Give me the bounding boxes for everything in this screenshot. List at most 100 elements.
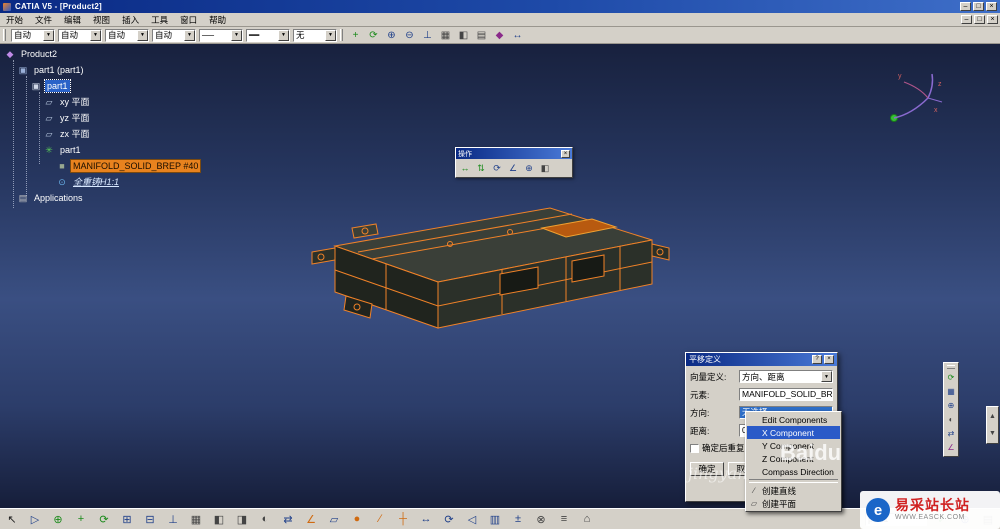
boolean-icon[interactable]: ⊗ [533,511,549,527]
tree-item[interactable]: ■ MANIFOLD_SOLID_BREP #40 [56,158,264,174]
shading-icon[interactable]: ◧ [211,511,227,527]
3d-viewport[interactable]: ◆ Product2 ▣ part1 (part1) ▣ part1 ▱ xy … [0,44,1000,512]
wireframe-icon[interactable]: ◨ [234,511,250,527]
tree-item[interactable]: ◆ Product2 [4,46,264,62]
graphic-properties-combo[interactable]: ━━ ▼ [246,28,290,42]
measure-icon[interactable]: ↔ [510,28,525,43]
dock-up-icon[interactable]: ▲ [988,408,997,424]
context-menu-item[interactable]: X Component [747,426,840,439]
context-menu-item[interactable] [749,479,838,483]
dialog-button[interactable]: 确定 [690,462,724,476]
pattern-icon[interactable]: ▥ [487,511,503,527]
pan-icon[interactable]: + [73,511,89,527]
zoom-out-icon[interactable]: ⊟ [142,511,158,527]
hide-show-icon[interactable]: ◐ [257,511,273,527]
tree-item[interactable]: ▱ zx 平面 [43,126,264,142]
close-icon[interactable]: × [561,149,570,158]
catalog-icon[interactable]: ⌂ [579,511,595,527]
graphic-properties-combo[interactable]: 自动 ▼ [11,28,55,42]
zoom-in-icon[interactable]: ⊞ [119,511,135,527]
line-icon[interactable]: ∕ [372,511,388,527]
doc-minimize-button[interactable]: – [961,15,972,24]
drag-translate-icon[interactable]: ↔ [458,161,472,175]
angle-snap-icon[interactable]: ∠ [506,161,520,175]
pan-view-icon[interactable]: + [348,28,363,43]
mirror-icon[interactable]: ◁ [464,511,480,527]
close-button[interactable]: × [986,2,997,11]
minimize-button[interactable]: – [960,2,971,11]
specification-tree-icon[interactable]: ▤ [474,28,489,43]
rotate-view-icon[interactable]: ⟳ [366,28,381,43]
tree-item[interactable]: ✳ part1 [43,142,264,158]
normal-surface-icon[interactable]: ⊥ [165,511,181,527]
zoom-in-icon[interactable]: ⊕ [384,28,399,43]
sketcher-icon[interactable]: ∠ [303,511,319,527]
tree-item[interactable]: ▣ part1 [30,78,264,94]
close-icon[interactable]: × [824,355,834,364]
graphic-properties-combo[interactable]: 自动 ▼ [152,28,196,42]
fly-mode-icon[interactable]: ▷ [27,511,43,527]
toolbar-grip[interactable] [3,29,6,41]
menu-item[interactable]: 视图 [87,13,116,26]
repeat-after-ok-checkbox[interactable] [690,443,699,453]
menu-item[interactable]: 文件 [29,13,58,26]
context-menu-item[interactable]: ∕ 创建直线 [747,484,840,497]
zoom-out-icon[interactable]: ⊖ [402,28,417,43]
swap-visible-space-icon[interactable]: ⇄ [280,511,296,527]
operation-toolbar-titlebar[interactable]: 操作 × [456,148,572,159]
select-tool-icon[interactable]: ↖ [4,511,20,527]
titlebar[interactable]: CATIA V5 - [Product2] – □ × [0,0,1000,13]
swap-space-icon[interactable]: ⇄ [945,427,957,440]
free-rotate-icon[interactable]: ⟳ [490,161,504,175]
view-compass-icon[interactable]: x y z [884,68,946,130]
compass-toggle-icon[interactable]: ◆ [492,28,507,43]
doc-restore-button[interactable]: □ [974,15,985,24]
views-icon[interactable]: ▦ [945,385,957,398]
tree-item[interactable]: ▤ Applications [17,190,264,206]
menu-item[interactable]: 开始 [0,13,29,26]
translate-icon[interactable]: ↔ [418,511,434,527]
menu-item[interactable]: 编辑 [58,13,87,26]
doc-close-button[interactable]: × [987,15,998,24]
axis-icon[interactable]: ┼ [395,511,411,527]
plane-icon[interactable]: ▱ [326,511,342,527]
graphic-properties-combo[interactable]: 无 ▼ [293,28,337,42]
multi-view-icon[interactable]: ▦ [438,28,453,43]
update-icon[interactable]: ⟳ [945,371,957,384]
context-menu-item[interactable]: ▱ 创建平面 [747,497,840,510]
angle-icon[interactable]: ∠ [945,441,957,454]
tree-item[interactable]: ▣ part1 (part1) [17,62,264,78]
scale-icon[interactable]: ± [510,511,526,527]
tree-item[interactable]: ▱ yz 平面 [43,110,264,126]
zoom-drag-icon[interactable]: ⊕ [522,161,536,175]
drag-vertical-icon[interactable]: ⇅ [474,161,488,175]
context-menu-item[interactable]: Compass Direction [747,465,840,478]
context-menu-item[interactable]: Y Component [747,439,840,452]
graphic-properties-combo[interactable]: ── ▼ [199,28,243,42]
menu-item[interactable]: 帮助 [203,13,232,26]
graphic-properties-combo[interactable]: 自动 ▼ [105,28,149,42]
measure-item-icon[interactable]: ≡ [556,511,572,527]
toolbar-grip[interactable] [340,29,343,41]
3d-model[interactable] [300,202,672,392]
plane-move-icon[interactable]: ◧ [538,161,552,175]
tree-item[interactable]: ⊙ 全重铸H1:1 [56,174,264,190]
rotate-body-icon[interactable]: ⟳ [441,511,457,527]
maximize-button[interactable]: □ [973,2,984,11]
tree-item[interactable]: ▱ xy 平面 [43,94,264,110]
vector-definition-select[interactable]: 方向、距离 ▼ [739,370,833,383]
shading-mode-icon[interactable]: ◧ [456,28,471,43]
normal-view-icon[interactable]: ⊥ [420,28,435,43]
fit-all-icon[interactable]: ⊕ [50,511,66,527]
dialog-titlebar[interactable]: 平移定义 ? × [686,353,837,366]
toolbar-grip[interactable] [947,365,955,369]
element-field[interactable]: MANIFOLD_SOLID_BREP #40 [739,388,833,401]
rotate-icon[interactable]: ⟳ [96,511,112,527]
graphic-properties-combo[interactable]: 自动 ▼ [58,28,102,42]
help-icon[interactable]: ? [812,355,822,364]
menu-item[interactable]: 插入 [116,13,145,26]
menu-item[interactable]: 工具 [145,13,174,26]
context-menu-item[interactable]: Z Component [747,452,840,465]
menu-item[interactable]: 窗口 [174,13,203,26]
quick-views-icon[interactable]: ▦ [188,511,204,527]
